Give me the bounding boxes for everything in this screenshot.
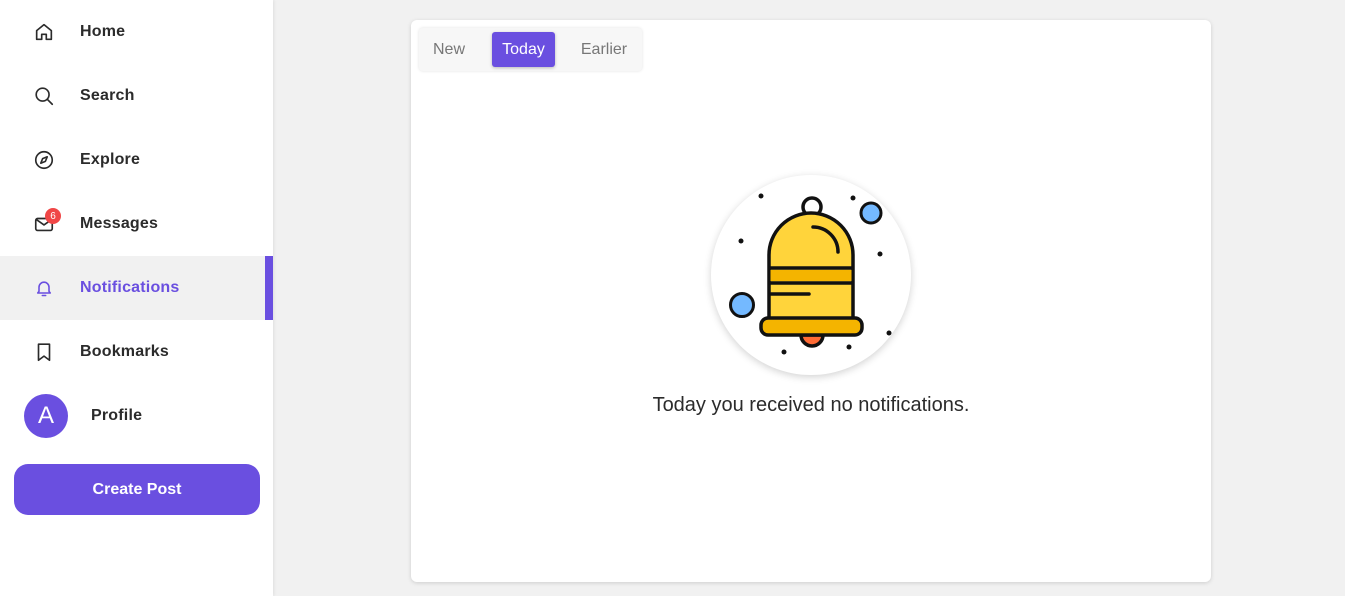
sidebar-item-bookmarks[interactable]: Bookmarks: [0, 320, 273, 384]
mail-icon: 6: [32, 208, 61, 236]
sidebar-item-label: Bookmarks: [80, 343, 169, 360]
avatar: A: [24, 394, 68, 438]
tab-new[interactable]: New: [423, 32, 475, 67]
sidebar-item-label: Explore: [80, 151, 141, 168]
message-count-badge: 6: [45, 208, 61, 224]
sidebar-item-home[interactable]: Home: [0, 0, 273, 64]
create-post-button[interactable]: Create Post: [14, 464, 260, 515]
search-icon: [32, 84, 56, 108]
notifications-panel: New Today Earlier Today you received no …: [411, 20, 1211, 582]
sidebar-item-label: Profile: [91, 407, 143, 424]
bell-icon: [32, 276, 56, 300]
tab-earlier[interactable]: Earlier: [571, 32, 637, 67]
home-icon: [32, 20, 56, 44]
sidebar-item-profile[interactable]: A Profile: [0, 384, 273, 448]
bookmark-icon: [32, 340, 56, 364]
bell-illustration-icon: [711, 175, 911, 375]
sidebar-item-label: Search: [80, 87, 135, 104]
active-indicator: [265, 256, 273, 320]
sidebar-item-label: Messages: [80, 215, 159, 232]
empty-notifications-message: Today you received no notifications.: [652, 394, 970, 416]
sidebar-item-label: Home: [80, 23, 126, 40]
sidebar-item-label: Notifications: [80, 279, 180, 296]
sidebar-item-explore[interactable]: Explore: [0, 128, 273, 192]
compass-icon: [32, 148, 56, 172]
sidebar-item-search[interactable]: Search: [0, 64, 273, 128]
tab-today[interactable]: Today: [492, 32, 555, 67]
sidebar-item-notifications[interactable]: Notifications: [0, 256, 273, 320]
notification-tabs: New Today Earlier: [419, 28, 642, 71]
sidebar: Home Search Explore 6 Messages Notificat…: [0, 0, 273, 596]
sidebar-item-messages[interactable]: 6 Messages: [0, 192, 273, 256]
